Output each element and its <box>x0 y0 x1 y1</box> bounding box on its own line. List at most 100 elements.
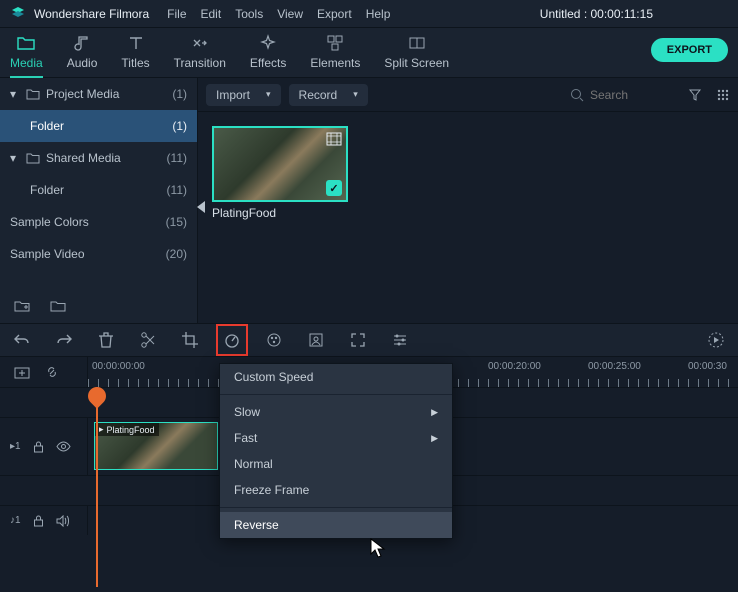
search-input[interactable] <box>590 88 670 102</box>
chevron-down-icon: ▾ <box>10 87 20 101</box>
menu-edit[interactable]: Edit <box>201 7 222 21</box>
chevron-right-icon: ▶ <box>431 433 438 444</box>
search-icon <box>570 88 584 102</box>
menu-help[interactable]: Help <box>366 7 391 21</box>
undo-icon[interactable] <box>12 330 32 350</box>
track-label: ♪1 <box>10 515 21 526</box>
render-icon[interactable] <box>706 330 726 350</box>
eye-icon[interactable] <box>56 441 71 452</box>
track-label: ▸1 <box>10 441 21 452</box>
sidebar-item-sample-colors[interactable]: Sample Colors (15) <box>0 206 197 238</box>
clip-name: PlatingFood <box>107 425 155 435</box>
tab-label: Elements <box>310 56 360 70</box>
folder-icon[interactable] <box>50 299 66 313</box>
menu-file[interactable]: File <box>167 7 186 21</box>
split-icon[interactable] <box>138 330 158 350</box>
redo-icon[interactable] <box>54 330 74 350</box>
menu-item-fast[interactable]: Fast ▶ <box>220 425 452 451</box>
sidebar-item-folder[interactable]: Folder (1) <box>0 110 197 142</box>
menu-item-freeze-frame[interactable]: Freeze Frame <box>220 477 452 503</box>
link-icon[interactable] <box>44 364 60 380</box>
menu-export[interactable]: Export <box>317 7 352 21</box>
clip-name: PlatingFood <box>212 206 348 220</box>
menu-separator <box>220 394 452 395</box>
sidebar-item-folder[interactable]: Folder (11) <box>0 174 197 206</box>
tab-titles[interactable]: Titles <box>121 34 149 78</box>
ruler-tick: 00:00:30 <box>688 361 727 372</box>
menu-item-reverse[interactable]: Reverse <box>220 512 452 538</box>
filter-icon[interactable] <box>688 88 702 102</box>
grid-view-icon[interactable] <box>716 88 730 102</box>
menu-item-normal[interactable]: Normal <box>220 451 452 477</box>
chevron-down-icon: ▾ <box>353 89 358 100</box>
green-screen-icon[interactable] <box>306 330 326 350</box>
titlebar: Wondershare Filmora File Edit Tools View… <box>0 0 738 28</box>
menu-view[interactable]: View <box>277 7 303 21</box>
menu-item-label: Slow <box>234 405 260 419</box>
sidebar-item-shared-media[interactable]: ▾ Shared Media (11) <box>0 142 197 174</box>
sidebar-item-count: (1) <box>172 119 187 133</box>
chevron-right-icon: ▶ <box>431 407 438 418</box>
sidebar-item-count: (11) <box>167 183 187 197</box>
media-sidebar: ▾ Project Media (1) Folder (1) ▾ Shared … <box>0 78 198 323</box>
clip-thumbnail[interactable]: ✓ <box>212 126 348 202</box>
menu-item-label: Fast <box>234 431 257 445</box>
speaker-icon[interactable] <box>56 515 70 527</box>
search-box[interactable] <box>570 88 670 102</box>
tab-elements[interactable]: Elements <box>310 34 360 78</box>
speed-icon[interactable] <box>222 330 242 350</box>
menu-item-slow[interactable]: Slow ▶ <box>220 399 452 425</box>
tab-label: Split Screen <box>384 56 449 70</box>
collapse-sidebar-icon[interactable] <box>197 201 205 213</box>
text-icon <box>127 34 145 52</box>
media-panel: Import▾ Record▾ ✓ PlatingFood <box>198 78 738 323</box>
top-toolbar: Media Audio Titles Transition Effects El… <box>0 28 738 78</box>
playhead-line[interactable] <box>96 387 98 587</box>
folder-icon <box>26 88 40 100</box>
tab-label: Media <box>10 56 43 70</box>
app-name: Wondershare Filmora <box>34 7 149 21</box>
sidebar-item-count: (20) <box>166 247 187 261</box>
ruler-tick: 00:00:25:00 <box>588 361 641 372</box>
tab-transition[interactable]: Transition <box>174 34 226 78</box>
menu-item-label: Normal <box>234 457 273 471</box>
sidebar-item-sample-video[interactable]: Sample Video (20) <box>0 238 197 270</box>
chevron-down-icon: ▾ <box>266 89 271 100</box>
tab-audio[interactable]: Audio <box>67 34 98 78</box>
menu-item-custom-speed[interactable]: Custom Speed <box>220 364 452 390</box>
add-track-icon[interactable] <box>14 365 30 379</box>
media-clip[interactable]: ✓ PlatingFood <box>212 126 348 220</box>
tab-splitscreen[interactable]: Split Screen <box>384 34 449 78</box>
export-button[interactable]: EXPORT <box>651 38 728 62</box>
speed-context-menu: Custom Speed Slow ▶ Fast ▶ Normal Freeze F… <box>219 363 453 539</box>
sidebar-item-label: Folder <box>30 183 167 197</box>
delete-icon[interactable] <box>96 330 116 350</box>
timeline-clip[interactable]: ▸ PlatingFood <box>94 422 218 470</box>
color-icon[interactable] <box>264 330 284 350</box>
sidebar-item-count: (11) <box>167 151 187 165</box>
lock-icon[interactable] <box>33 440 44 453</box>
settings-sliders-icon[interactable] <box>390 330 410 350</box>
tab-media[interactable]: Media <box>10 34 43 78</box>
sidebar-item-count: (15) <box>166 215 187 229</box>
play-icon: ▸ <box>99 424 104 435</box>
record-dropdown[interactable]: Record▾ <box>289 84 368 106</box>
sidebar-item-count: (1) <box>172 87 187 101</box>
ruler-tick: 00:00:20:00 <box>488 361 541 372</box>
tab-effects[interactable]: Effects <box>250 34 286 78</box>
track-head: ▸1 <box>0 418 88 475</box>
project-title: Untitled : 00:00:11:15 <box>540 7 653 21</box>
workspace: ▾ Project Media (1) Folder (1) ▾ Shared … <box>0 78 738 323</box>
clip-badge: ▸ PlatingFood <box>95 423 159 436</box>
new-folder-icon[interactable] <box>14 299 30 313</box>
sidebar-item-label: Folder <box>30 119 172 133</box>
crop-icon[interactable] <box>180 330 200 350</box>
import-dropdown[interactable]: Import▾ <box>206 84 281 106</box>
app-logo-icon <box>10 6 26 22</box>
sidebar-item-label: Project Media <box>46 87 172 101</box>
sidebar-item-project-media[interactable]: ▾ Project Media (1) <box>0 78 197 110</box>
menu-tools[interactable]: Tools <box>235 7 263 21</box>
elements-icon <box>326 34 344 52</box>
expand-icon[interactable] <box>348 330 368 350</box>
lock-icon[interactable] <box>33 514 44 527</box>
